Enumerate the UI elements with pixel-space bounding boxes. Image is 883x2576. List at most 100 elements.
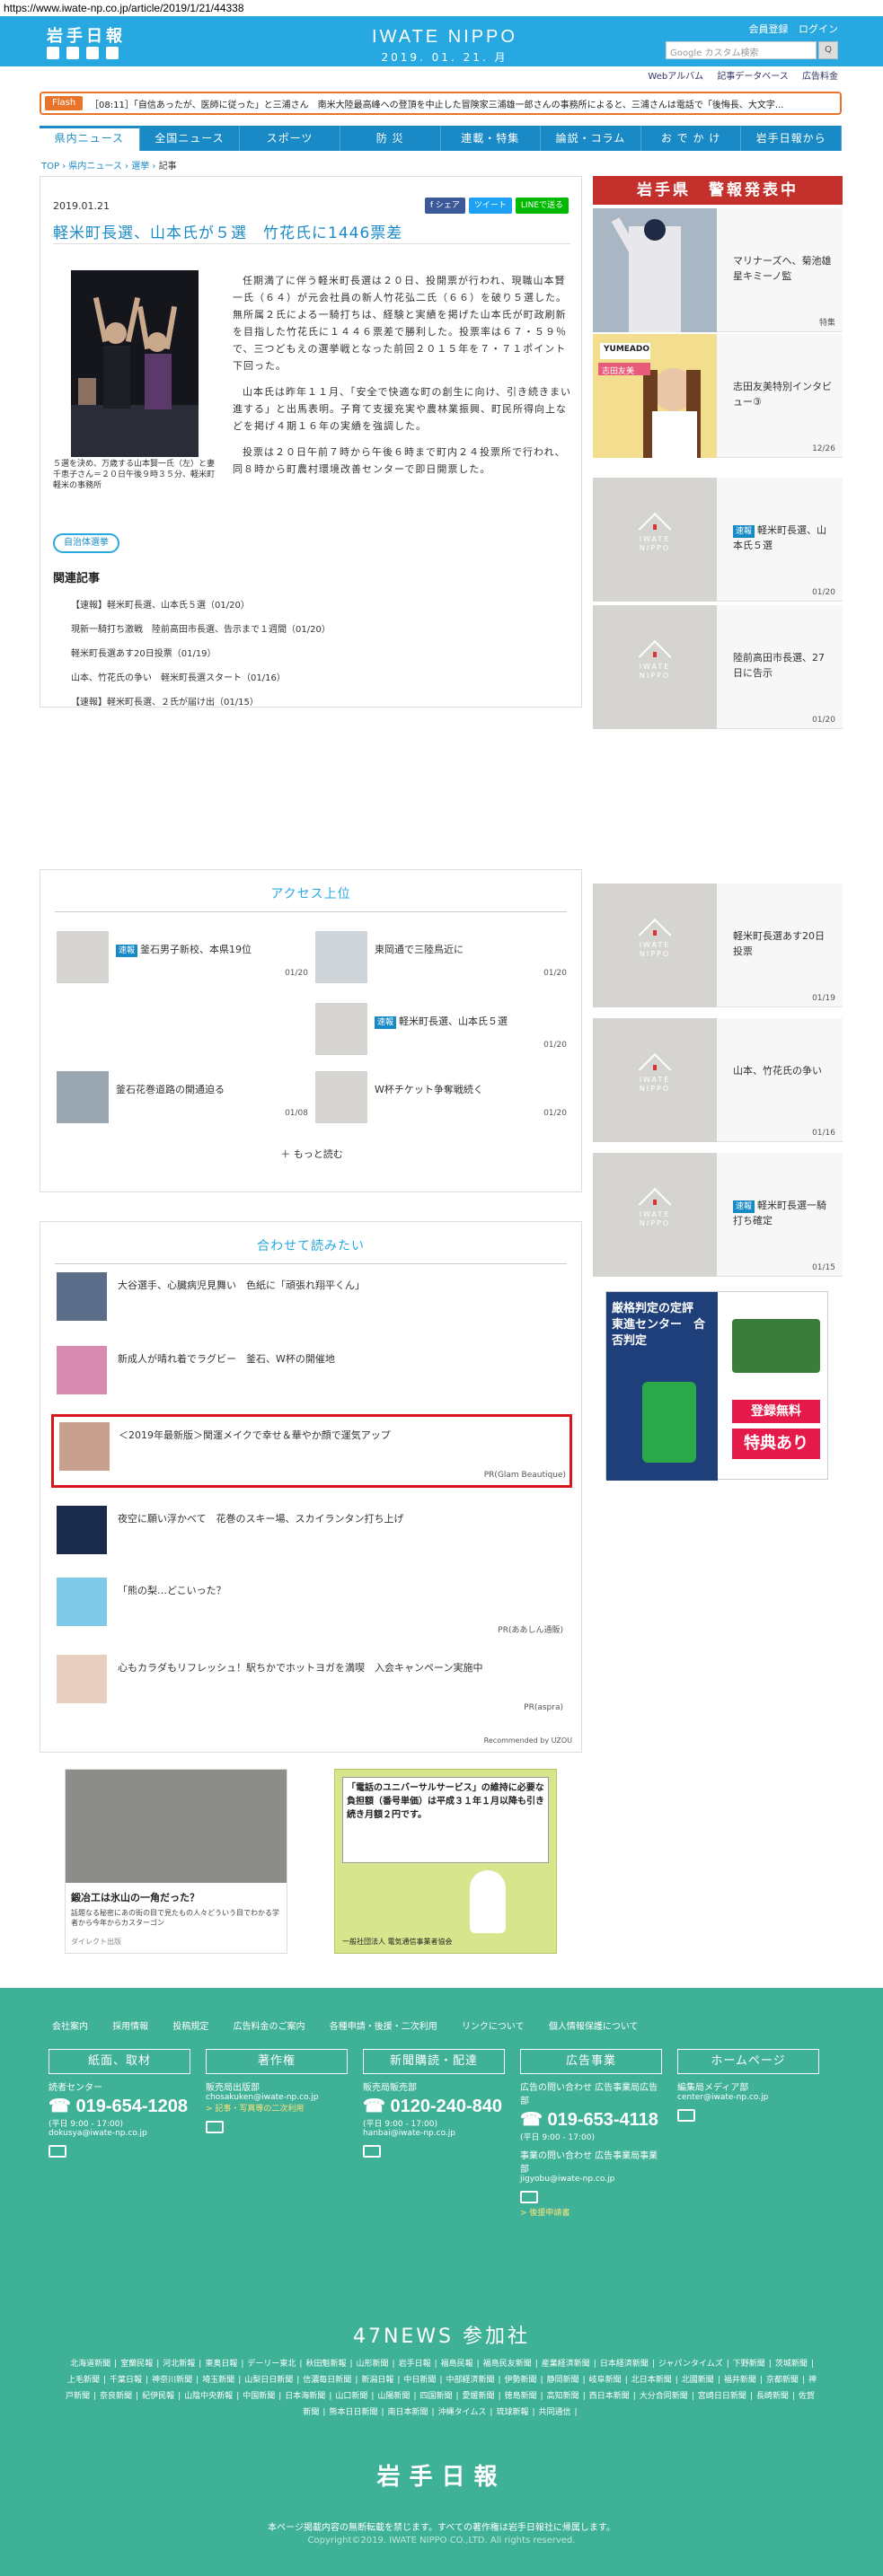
- register-link[interactable]: 会員登録: [749, 23, 789, 35]
- member-paper-link[interactable]: 茨城新聞: [775, 2360, 808, 2369]
- member-paper-link[interactable]: 中部経済新聞: [446, 2376, 494, 2385]
- member-paper-link[interactable]: 日本海新聞: [285, 2392, 325, 2401]
- member-paper-link[interactable]: 山梨日日新聞: [244, 2376, 293, 2385]
- member-paper-link[interactable]: 熊本日日新聞: [329, 2408, 377, 2417]
- footer-link[interactable]: 投稿規定: [172, 2022, 208, 2032]
- recommend-item[interactable]: 新成人が晴れ着でラグビー 釜石、W杯の開催地: [57, 1341, 567, 1396]
- member-paper-link[interactable]: 沖縄タイムス: [438, 2408, 487, 2417]
- member-paper-link[interactable]: 千葉日報: [110, 2376, 142, 2385]
- member-paper-link[interactable]: 福島民友新聞: [483, 2360, 532, 2369]
- crumb-election[interactable]: 選挙: [131, 162, 149, 171]
- footer-logo[interactable]: 岩手日報: [0, 2458, 883, 2492]
- crumb-top[interactable]: TOP: [41, 162, 59, 171]
- tag-button[interactable]: 自治体選挙: [53, 533, 119, 553]
- subnav-database[interactable]: 記事データベース: [717, 72, 789, 82]
- news47-heading[interactable]: 47NEWS 参加社: [0, 2320, 883, 2349]
- recommend-item[interactable]: 心もカラダもリフレッシュ！駅ちかでホットヨガを満喫 入会キャンペーン実施中 PR…: [57, 1649, 567, 1712]
- nav-sports[interactable]: スポーツ: [240, 126, 340, 151]
- member-paper-link[interactable]: ジャパンタイムズ: [658, 2360, 723, 2369]
- sidebar-card[interactable]: IWATE NIPPO 速報 軽米町長選一騎打ち確定 01/15: [593, 1153, 843, 1277]
- sidebar-card[interactable]: IWATE NIPPO 陸前高田市長選、27日に告示 01/20: [593, 605, 843, 729]
- member-paper-link[interactable]: 静岡新聞: [547, 2376, 579, 2385]
- member-paper-link[interactable]: 岩手日報: [399, 2360, 431, 2369]
- sponsorship-link[interactable]: > 後援申請書: [520, 2206, 662, 2218]
- member-paper-link[interactable]: 産業経済新聞: [542, 2360, 590, 2369]
- member-paper-link[interactable]: 高知新聞: [547, 2392, 579, 2401]
- bonus-button[interactable]: 特典あり: [732, 1429, 820, 1459]
- register-free-button[interactable]: 登録無料: [732, 1400, 820, 1423]
- sidebar-card[interactable]: YUMEADO 志田友美 志田友美特別インタビュー③ 12/26: [593, 334, 843, 458]
- footer-link[interactable]: 採用情報: [112, 2022, 148, 2032]
- search-button[interactable]: Q: [818, 41, 838, 59]
- recommend-item[interactable]: 「熊の梨…どこいった？ PR(ああしん通販): [57, 1572, 567, 1635]
- mail-icon[interactable]: [520, 2191, 538, 2203]
- sidebar-card[interactable]: IWATE NIPPO 速報 軽米町長選、山本氏５選 01/20: [593, 478, 843, 602]
- related-item[interactable]: 【速報】軽米町長選、２氏が届け出（01/15）: [71, 690, 331, 715]
- member-paper-link[interactable]: 北海道新聞: [70, 2360, 110, 2369]
- member-paper-link[interactable]: 山陽新聞: [377, 2392, 410, 2401]
- member-paper-link[interactable]: デーリー東北: [247, 2360, 296, 2369]
- phone-number[interactable]: ☎ 0120-240-840: [363, 2095, 505, 2117]
- member-paper-link[interactable]: 山陰中央新報: [184, 2392, 233, 2401]
- search-input[interactable]: Google カスタム検索: [666, 41, 817, 59]
- member-paper-link[interactable]: 福島民報: [441, 2360, 473, 2369]
- member-paper-link[interactable]: 共同通信: [539, 2408, 571, 2417]
- ranking-item[interactable]: 速報 釜石男子新校、本県19位 01/20: [57, 924, 308, 987]
- footer-link[interactable]: リンクについて: [462, 2022, 525, 2032]
- member-paper-link[interactable]: 徳島新聞: [505, 2392, 537, 2401]
- member-paper-link[interactable]: 四国新聞: [419, 2392, 452, 2401]
- member-paper-link[interactable]: 長崎新聞: [756, 2392, 789, 2401]
- mail-icon[interactable]: [49, 2145, 66, 2158]
- nav-outing[interactable]: お で か け: [641, 126, 742, 151]
- facebook-icon[interactable]: [66, 47, 79, 59]
- phone-number[interactable]: ☎ 019-654-1208: [49, 2095, 190, 2117]
- member-paper-link[interactable]: 信濃毎日新聞: [303, 2376, 351, 2385]
- line-share-button[interactable]: LINEで送る: [515, 198, 569, 214]
- recommend-item-highlighted[interactable]: ＜2019年最新版＞関運メイクで幸せ＆華やか顔で運気アップ PR(Glam Be…: [51, 1414, 572, 1488]
- email-address[interactable]: dokusya@iwate-np.co.jp: [49, 2129, 190, 2138]
- ranking-item[interactable]: 速報 軽米町長選、山本氏５選 01/20: [315, 996, 567, 1059]
- url-bar[interactable]: https://www.iwate-np.co.jp/article/2019/…: [0, 0, 883, 16]
- nav-disaster[interactable]: 防 災: [340, 126, 441, 151]
- recommend-item[interactable]: 夜空に願い浮かべて 花巻のスキー場、スカイランタン打ち上げ: [57, 1500, 567, 1556]
- login-link[interactable]: ログイン: [799, 23, 838, 35]
- related-item[interactable]: 【速報】軽米町長選、山本氏５選（01/20）: [71, 593, 331, 618]
- member-paper-link[interactable]: 中国新聞: [243, 2392, 275, 2401]
- member-paper-link[interactable]: 秋田魁新報: [305, 2360, 346, 2369]
- member-paper-link[interactable]: 新潟日報: [361, 2376, 393, 2385]
- site-logo[interactable]: 岩手日報: [47, 23, 126, 47]
- ranking-item[interactable]: 東岡通で三陸鳥近に 01/20: [315, 924, 567, 987]
- footer-link[interactable]: 個人情報保護について: [549, 2022, 639, 2032]
- related-item[interactable]: 山本、竹花氏の争い 軽米町長選スタート（01/16）: [71, 666, 331, 690]
- ranking-item[interactable]: W杯チケット争奪戦続く 01/20: [315, 1064, 567, 1127]
- email-address[interactable]: hanbai@iwate-np.co.jp: [363, 2129, 505, 2138]
- member-paper-link[interactable]: 室蘭民報: [120, 2360, 153, 2369]
- member-paper-link[interactable]: 山形新聞: [357, 2360, 389, 2369]
- member-paper-link[interactable]: 紀伊民報: [142, 2392, 174, 2401]
- member-paper-link[interactable]: 大分合同新聞: [640, 2392, 688, 2401]
- member-paper-link[interactable]: 西日本新聞: [589, 2392, 630, 2401]
- email-address[interactable]: jigyobu@iwate-np.co.jp: [520, 2175, 662, 2184]
- footer-link[interactable]: 会社案内: [52, 2022, 88, 2032]
- instagram-icon[interactable]: [106, 47, 119, 59]
- nav-national-news[interactable]: 全国ニュース: [140, 126, 241, 151]
- member-paper-link[interactable]: 宮崎日日新聞: [698, 2392, 746, 2401]
- sidebar-card[interactable]: マリナーズへ、菊池雄星キミーノ監 特集: [593, 208, 843, 332]
- secondary-use-link[interactable]: > 記事・写真等の二次利用: [206, 2102, 348, 2114]
- twitter-icon[interactable]: [47, 47, 59, 59]
- member-paper-link[interactable]: 中日新聞: [403, 2376, 436, 2385]
- member-paper-link[interactable]: 上毛新聞: [67, 2376, 100, 2385]
- member-paper-link[interactable]: 北日本新聞: [631, 2376, 672, 2385]
- read-more-button[interactable]: ＋ もっと読む: [40, 1147, 583, 1161]
- mail-icon[interactable]: [677, 2109, 695, 2122]
- member-paper-link[interactable]: 奈良新聞: [100, 2392, 132, 2401]
- member-paper-link[interactable]: 山口新聞: [335, 2392, 367, 2401]
- ad-banner-right[interactable]: 「電話のユニバーサルサービス」の維持に必要な負担額（番号単価）は平成３１年１月以…: [334, 1769, 557, 1954]
- subnav-ad-rates[interactable]: 広告料金: [802, 72, 838, 82]
- article-photo[interactable]: [71, 270, 199, 457]
- nav-local-news[interactable]: 県内ニュース: [40, 126, 140, 151]
- facebook-share-button[interactable]: f シェア: [424, 198, 465, 214]
- member-paper-link[interactable]: 琉球新報: [496, 2408, 528, 2417]
- uzou-credit[interactable]: Recommended by UZOU: [484, 1736, 572, 1745]
- member-paper-link[interactable]: 福井新聞: [724, 2376, 756, 2385]
